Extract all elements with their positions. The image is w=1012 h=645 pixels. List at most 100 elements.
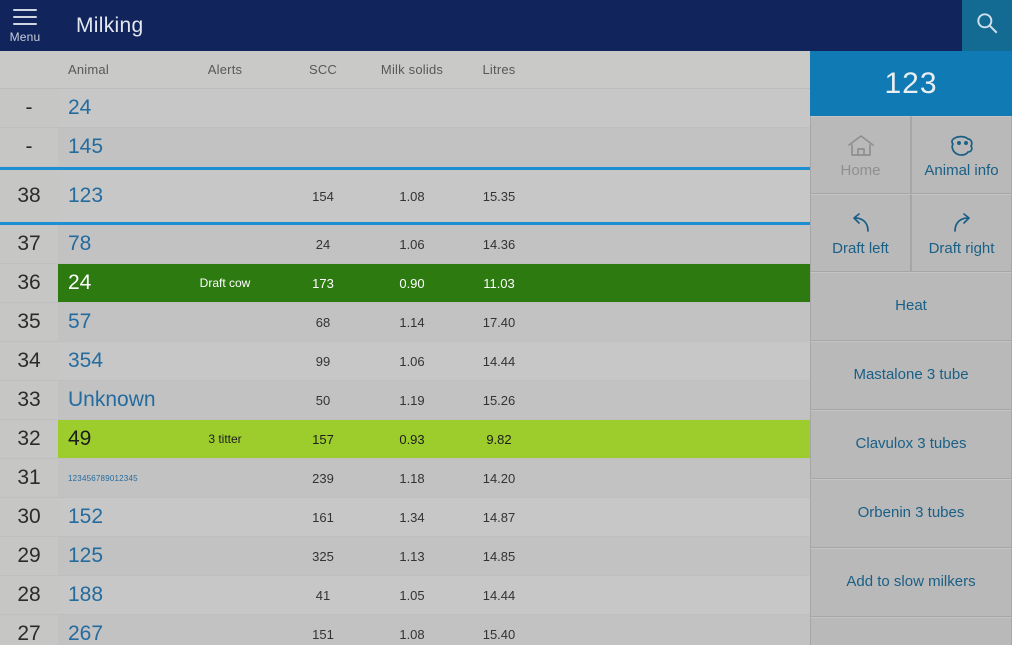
table-row[interactable]: 33 Unknown 50 1.19 15.26 xyxy=(0,381,810,420)
cell-milk-solids: 1.18 xyxy=(399,470,425,486)
column-header-animal: Animal xyxy=(68,62,109,77)
action-button-pair: Home Animal info xyxy=(810,116,1012,194)
search-icon xyxy=(974,10,1000,41)
row-body: 24 Draft cow 173 0.90 11.03 xyxy=(58,264,810,302)
action-button-add-to-slow-milkers[interactable]: Add to slow milkers xyxy=(810,548,1012,617)
action-button-draft-left[interactable]: Draft left xyxy=(810,194,911,272)
row-body: 57 68 1.14 17.40 xyxy=(58,303,810,341)
cell-bay: 33 xyxy=(0,381,58,419)
column-header-bay xyxy=(0,51,58,88)
cell-animal: 125 xyxy=(68,544,104,567)
cell-animal: 78 xyxy=(68,232,92,255)
row-body: Unknown 50 1.19 15.26 xyxy=(58,381,810,419)
cell-litres: 14.36 xyxy=(482,236,516,252)
row-body: 152 161 1.34 14.87 xyxy=(58,498,810,536)
cell-animal: 354 xyxy=(68,349,104,372)
table-row[interactable]: 29 125 325 1.13 14.85 xyxy=(0,537,810,576)
milking-table: Animal Alerts SCC Milk solids Litres -24… xyxy=(0,51,810,645)
row-body: 145 xyxy=(58,128,810,166)
cell-litres: 14.44 xyxy=(482,587,516,603)
action-button-draft-right[interactable]: Draft right xyxy=(911,194,1012,272)
action-button-home[interactable]: Home xyxy=(810,116,911,194)
cell-bay: 30 xyxy=(0,498,58,536)
cow-icon xyxy=(947,131,977,161)
cell-litres: 11.03 xyxy=(483,275,515,291)
cell-animal: 152 xyxy=(68,505,104,528)
row-body: 78 24 1.06 14.36 xyxy=(58,225,810,263)
cell-milk-solids: 0.90 xyxy=(399,275,425,291)
cell-alerts: Draft cow xyxy=(199,276,251,290)
cell-scc: 50 xyxy=(315,392,331,408)
arrow-right-icon xyxy=(947,209,977,239)
cell-animal: 57 xyxy=(68,310,92,333)
action-button-orbenin-3-tubes[interactable]: Orbenin 3 tubes xyxy=(810,479,1012,548)
row-body: 24 xyxy=(58,89,810,127)
cell-milk-solids: 1.13 xyxy=(399,548,425,564)
action-button-mastalone-3-tube[interactable]: Mastalone 3 tube xyxy=(810,341,1012,410)
action-button-blank[interactable] xyxy=(810,617,1012,645)
cell-scc: 151 xyxy=(312,626,334,642)
cell-milk-solids: 1.19 xyxy=(399,392,425,408)
column-header-scc: SCC xyxy=(308,62,338,77)
cell-scc: 99 xyxy=(315,353,331,369)
cell-scc: 325 xyxy=(312,548,334,564)
cell-animal: 145 xyxy=(68,135,104,158)
cell-bay: 35 xyxy=(0,303,58,341)
table-body: -24-145 38 123 154 1.08 15.35 37 78 24 1.06 14.36 3… xyxy=(0,89,810,645)
cell-milk-solids: 1.06 xyxy=(399,353,425,369)
top-app-bar: Menu Milking xyxy=(0,0,1012,51)
cell-litres: 14.87 xyxy=(482,509,516,525)
row-body: 188 41 1.05 14.44 xyxy=(58,576,810,614)
table-row[interactable]: 27 267 151 1.08 15.40 xyxy=(0,615,810,645)
home-icon xyxy=(846,131,876,161)
table-row[interactable]: 31 123456789012345 239 1.18 14.20 xyxy=(0,459,810,498)
cell-milk-solids: 0.93 xyxy=(399,431,425,447)
action-button-label: Home xyxy=(840,161,881,179)
cell-litres: 9.82 xyxy=(486,431,512,447)
table-row[interactable]: 36 24 Draft cow 173 0.90 11.03 xyxy=(0,264,810,303)
action-button-heat[interactable]: Heat xyxy=(810,272,1012,341)
cell-bay: - xyxy=(0,128,58,166)
table-row[interactable]: 34 354 99 1.06 14.44 xyxy=(0,342,810,381)
cell-scc: 24 xyxy=(315,236,331,252)
cell-litres: 15.40 xyxy=(482,626,516,642)
action-button-label: Add to slow milkers xyxy=(846,573,976,591)
action-button-clavulox-3-tubes[interactable]: Clavulox 3 tubes xyxy=(810,410,1012,479)
cell-animal: 49 xyxy=(68,427,92,450)
cell-scc: 161 xyxy=(312,509,334,525)
table-row[interactable]: 32 49 3 titter 157 0.93 9.82 xyxy=(0,420,810,459)
search-button[interactable] xyxy=(962,0,1012,51)
cell-scc: 154 xyxy=(312,188,334,204)
row-body: 123456789012345 239 1.18 14.20 xyxy=(58,459,810,497)
table-row[interactable]: 38 123 154 1.08 15.35 xyxy=(0,167,810,225)
cell-animal: 123 xyxy=(68,184,104,207)
action-button-animal-info[interactable]: Animal info xyxy=(911,116,1012,194)
action-button-label: Orbenin 3 tubes xyxy=(857,504,965,522)
action-button-list: Home Animal info Draft left Draft right Heat… xyxy=(810,116,1012,645)
table-row[interactable]: 28 188 41 1.05 14.44 xyxy=(0,576,810,615)
cell-animal: 24 xyxy=(68,96,92,119)
table-row[interactable]: 37 78 24 1.06 14.36 xyxy=(0,225,810,264)
cell-milk-solids: 1.05 xyxy=(399,587,425,603)
cell-bay: 32 xyxy=(0,420,58,458)
cell-litres: 15.35 xyxy=(482,188,516,204)
cell-animal: 188 xyxy=(68,583,104,606)
row-body: 267 151 1.08 15.40 xyxy=(58,615,810,645)
action-button-label: Mastalone 3 tube xyxy=(853,366,969,384)
cell-animal: 123456789012345 xyxy=(68,473,138,483)
cell-scc: 173 xyxy=(312,275,334,291)
table-row[interactable]: 35 57 68 1.14 17.40 xyxy=(0,303,810,342)
cell-milk-solids: 1.34 xyxy=(399,509,425,525)
action-button-label: Draft left xyxy=(832,239,889,257)
cell-scc: 239 xyxy=(312,470,334,486)
action-button-label: Clavulox 3 tubes xyxy=(855,435,967,453)
cell-bay: 36 xyxy=(0,264,58,302)
menu-button[interactable]: Menu xyxy=(0,0,50,51)
table-row[interactable]: -145 xyxy=(0,128,810,167)
cell-animal: 24 xyxy=(68,271,92,294)
table-row[interactable]: -24 xyxy=(0,89,810,128)
action-button-label: Draft right xyxy=(928,239,995,257)
table-row[interactable]: 30 152 161 1.34 14.87 xyxy=(0,498,810,537)
column-header-litres: Litres xyxy=(482,62,516,77)
hamburger-menu-icon xyxy=(13,9,37,25)
